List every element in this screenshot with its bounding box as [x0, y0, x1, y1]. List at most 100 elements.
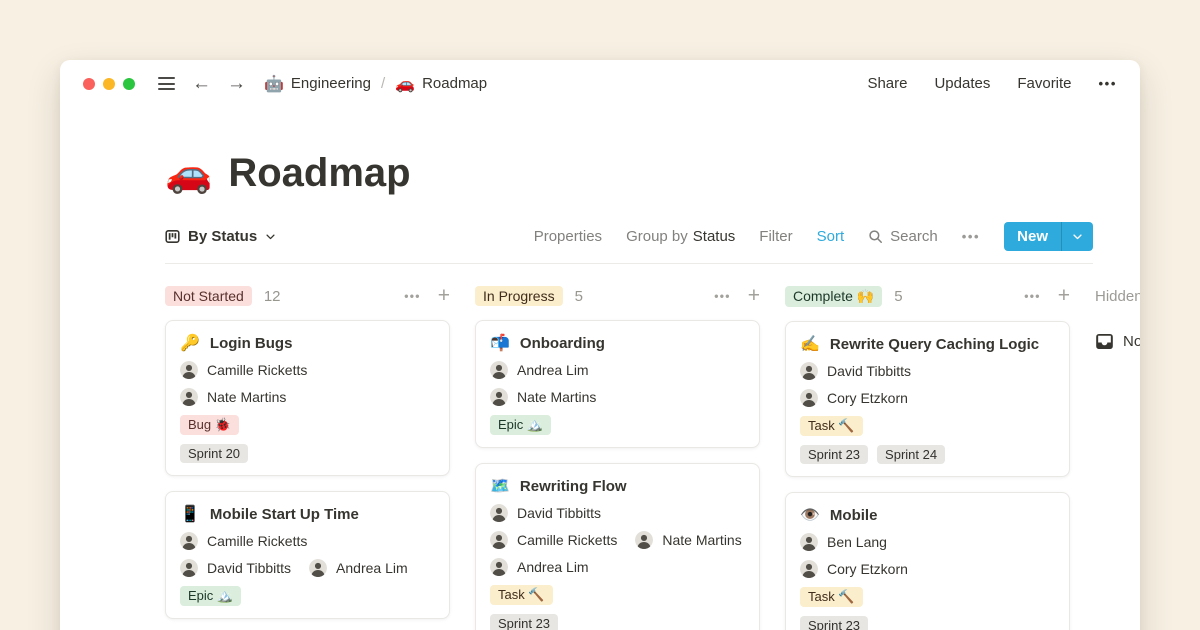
person-chip: Ben Lang — [800, 533, 887, 551]
group-by-button[interactable]: Group by Status — [626, 228, 735, 245]
avatar — [800, 362, 818, 380]
column-count: 12 — [264, 288, 281, 305]
breadcrumb-workspace[interactable]: 🤖 Engineering — [264, 74, 371, 94]
person-name: Andrea Lim — [517, 559, 589, 575]
card-tag-row: Task 🔨 — [490, 585, 745, 605]
column-status-pill[interactable]: Complete 🙌 — [785, 286, 882, 307]
card-tag-row: Task 🔨 — [800, 416, 1055, 436]
back-arrow-icon[interactable]: ← — [184, 74, 219, 93]
person-name: Andrea Lim — [517, 362, 589, 378]
avatar — [800, 389, 818, 407]
board-card[interactable]: 🔑Login BugsCamille RickettsNate MartinsB… — [165, 320, 450, 476]
card-tag-row: Sprint 20 — [180, 444, 435, 463]
person-chip: Camille Ricketts — [490, 531, 617, 549]
column-header: Complete 🙌 5 ••• + — [785, 286, 1070, 307]
hidden-groups-label[interactable]: Hidden — [1095, 288, 1140, 305]
column-actions: ••• + — [404, 287, 450, 306]
person-name: Cory Etzkorn — [827, 561, 908, 577]
page-title-emoji-icon: 🚗 — [165, 155, 212, 193]
board-card[interactable]: 🗺️Rewriting FlowDavid TibbittsCamille Ri… — [475, 463, 760, 630]
card-emoji-icon: 📬 — [490, 336, 510, 352]
new-button-label[interactable]: New — [1004, 222, 1061, 251]
traffic-light-zoom-button[interactable] — [123, 78, 135, 90]
new-button[interactable]: New — [1004, 222, 1093, 251]
avatar — [490, 531, 508, 549]
card-emoji-icon: 🔑 — [180, 336, 200, 352]
window-header: ← → 🤖 Engineering / 🚗 Roadmap Share Upda… — [60, 60, 1140, 107]
avatar — [800, 533, 818, 551]
traffic-light-close-button[interactable] — [83, 78, 95, 90]
board-column-not-started: Not Started 12 ••• + 🔑Login BugsCamille Rick… — [165, 280, 450, 630]
avatar — [490, 558, 508, 576]
card-person-row: Nate Martins — [490, 388, 745, 406]
notion-window: ← → 🤖 Engineering / 🚗 Roadmap Share Upda… — [60, 60, 1140, 630]
column-more-icon[interactable]: ••• — [1024, 289, 1041, 303]
column-actions: ••• + — [714, 287, 760, 306]
card-person-row: Camille Ricketts — [180, 532, 435, 550]
person-chip: Nate Martins — [635, 531, 741, 549]
board-card[interactable]: ✍️Rewrite Query Caching LogicDavid Tibbi… — [785, 321, 1070, 477]
filter-button[interactable]: Filter — [759, 228, 792, 245]
search-label: Search — [890, 228, 938, 245]
column-status-pill[interactable]: Not Started — [165, 286, 252, 306]
page-emoji-icon: 🚗 — [395, 74, 415, 94]
person-chip: Andrea Lim — [490, 361, 589, 379]
person-name: Nate Martins — [207, 389, 286, 405]
avatar — [180, 532, 198, 550]
kanban-board: Not Started 12 ••• + 🔑Login BugsCamille Rick… — [60, 264, 1140, 630]
view-switcher-label: By Status — [188, 228, 257, 245]
group-by-value: Status — [693, 228, 736, 245]
card-person-row: Ben Lang — [800, 533, 1055, 551]
view-toolbar: By Status Properties Group by Status Filt… — [165, 222, 1093, 264]
column-status-pill[interactable]: In Progress — [475, 286, 563, 306]
column-more-icon[interactable]: ••• — [714, 289, 731, 303]
card-person-row: David Tibbitts — [490, 504, 745, 522]
new-button-chevron-down-icon[interactable] — [1062, 222, 1093, 251]
avatar — [635, 531, 653, 549]
properties-button[interactable]: Properties — [534, 228, 602, 245]
share-button[interactable]: Share — [867, 75, 907, 92]
board-column-complete: Complete 🙌 5 ••• + ✍️Rewrite Query Caching L… — [785, 280, 1070, 630]
column-count: 5 — [894, 288, 902, 305]
breadcrumb-separator: / — [379, 75, 387, 92]
view-switcher[interactable]: By Status — [165, 228, 276, 245]
hidden-group-no-status[interactable]: No Status — [1095, 332, 1140, 351]
person-chip: Cory Etzkorn — [800, 560, 908, 578]
column-count: 5 — [575, 288, 583, 305]
breadcrumb-page[interactable]: 🚗 Roadmap — [395, 74, 487, 94]
search-button[interactable]: Search — [868, 228, 938, 245]
column-add-icon[interactable]: + — [438, 287, 450, 306]
person-name: Camille Ricketts — [207, 533, 307, 549]
toolbar-more-options-icon[interactable]: ••• — [962, 229, 980, 244]
column-more-icon[interactable]: ••• — [404, 289, 421, 303]
board-card[interactable]: 👁️MobileBen LangCory EtzkornTask 🔨Sprint… — [785, 492, 1070, 630]
updates-button[interactable]: Updates — [934, 75, 990, 92]
card-title-row: 👁️Mobile — [800, 507, 1055, 524]
board-card[interactable]: 📬OnboardingAndrea LimNate MartinsEpic 🏔️ — [475, 320, 760, 448]
group-by-prefix: Group by — [626, 228, 688, 245]
tag-gray: Sprint 24 — [877, 445, 945, 464]
tag-yellow: Task 🔨 — [800, 416, 863, 436]
favorite-button[interactable]: Favorite — [1017, 75, 1071, 92]
card-title-text: Mobile — [830, 507, 878, 524]
breadcrumb-workspace-label: Engineering — [291, 75, 371, 92]
column-add-icon[interactable]: + — [748, 287, 760, 306]
card-person-row: Andrea Lim — [490, 361, 745, 379]
header-actions: Share Updates Favorite ••• — [867, 75, 1117, 92]
column-actions: ••• + — [1024, 287, 1070, 306]
sidebar-menu-icon[interactable] — [158, 77, 175, 90]
card-tag-row: Bug 🐞 — [180, 415, 435, 435]
forward-arrow-icon[interactable]: → — [219, 74, 254, 93]
person-name: David Tibbitts — [207, 560, 291, 576]
board-card[interactable]: 📱Mobile Start Up TimeCamille RickettsDav… — [165, 491, 450, 619]
traffic-light-minimize-button[interactable] — [103, 78, 115, 90]
column-add-icon[interactable]: + — [1058, 287, 1070, 306]
person-chip: Nate Martins — [490, 388, 596, 406]
sort-button[interactable]: Sort — [817, 228, 845, 245]
person-chip: David Tibbitts — [490, 504, 601, 522]
person-name: David Tibbitts — [517, 505, 601, 521]
search-icon — [868, 229, 883, 244]
breadcrumb-page-label: Roadmap — [422, 75, 487, 92]
more-options-icon[interactable]: ••• — [1099, 76, 1117, 91]
person-name: Nate Martins — [517, 389, 596, 405]
